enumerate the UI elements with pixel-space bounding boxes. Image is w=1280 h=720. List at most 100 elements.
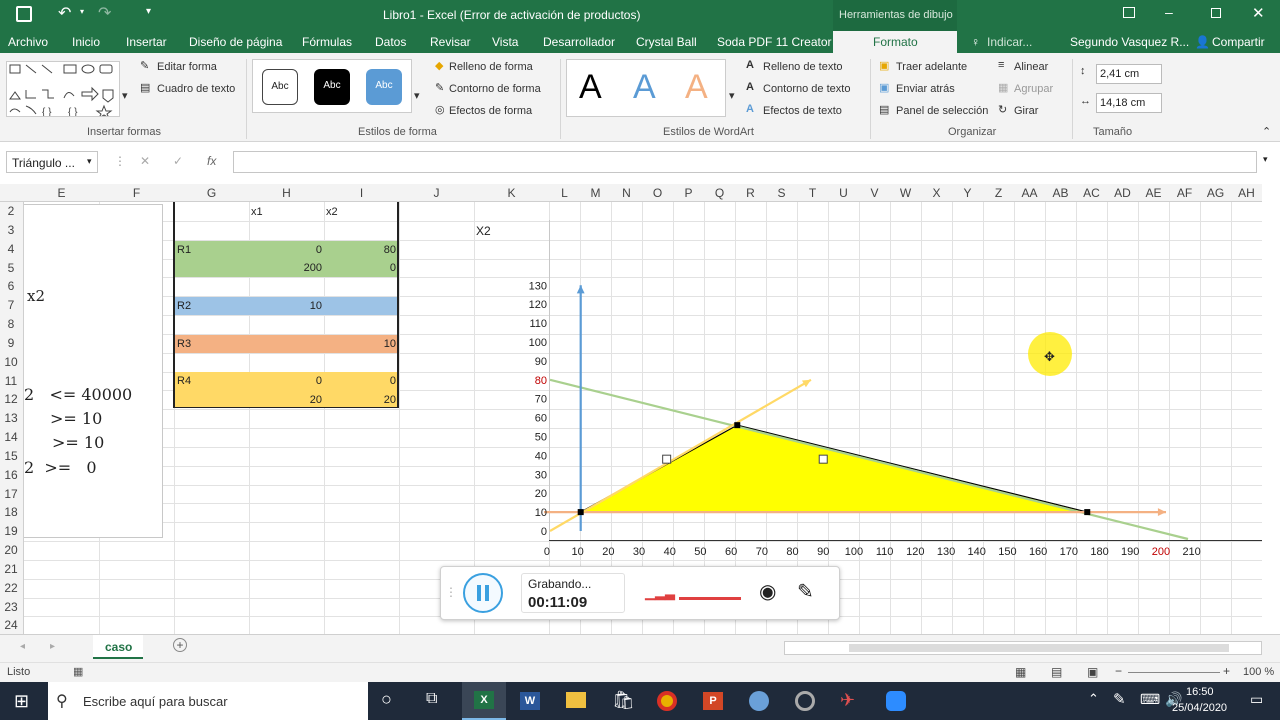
column-header[interactable]: S xyxy=(766,186,797,200)
send-backward-button[interactable]: Enviar atrás xyxy=(896,83,955,95)
column-header[interactable]: Y xyxy=(952,186,983,200)
column-header[interactable]: U xyxy=(828,186,859,200)
restore-icon[interactable] xyxy=(1211,8,1221,18)
shape-effects-button[interactable]: Efectos de forma xyxy=(449,105,532,117)
column-header[interactable]: AD xyxy=(1107,186,1138,200)
enter-icon[interactable]: ✓ xyxy=(173,154,183,168)
row-header[interactable]: 15 xyxy=(0,449,22,463)
row-header[interactable]: 2 xyxy=(0,204,22,218)
taskbar-search[interactable]: ⚲ Escribe aquí para buscar xyxy=(48,682,368,720)
undo-icon[interactable]: ↶ xyxy=(58,3,71,23)
row-header[interactable]: 8 xyxy=(0,317,22,331)
column-header[interactable]: K xyxy=(474,186,549,200)
add-sheet-icon[interactable]: + xyxy=(173,638,187,652)
column-header[interactable]: J xyxy=(399,186,474,200)
tab-inicio[interactable]: Inicio xyxy=(72,35,100,49)
tab-crystal-ball[interactable]: Crystal Ball xyxy=(636,35,697,49)
close-icon[interactable]: ✕ xyxy=(1252,4,1265,22)
tab-insertar[interactable]: Insertar xyxy=(126,35,167,49)
keyboard-icon[interactable]: ⌨ xyxy=(1140,691,1160,708)
collapse-ribbon-icon[interactable]: ⌃ xyxy=(1262,125,1271,138)
app-bird-icon[interactable]: ✈ xyxy=(840,690,855,711)
tab-desarrollador[interactable]: Desarrollador xyxy=(543,35,615,49)
clock-time[interactable]: 16:50 xyxy=(1186,686,1214,698)
app-circle-icon[interactable] xyxy=(795,691,815,711)
column-header[interactable]: AG xyxy=(1200,186,1231,200)
shape-height-input[interactable]: 2,41 cm xyxy=(1096,64,1162,84)
zoom-slider[interactable] xyxy=(1128,672,1220,673)
show-hidden-icons[interactable]: ⌃ xyxy=(1088,691,1099,707)
ribbon-display-options-icon[interactable] xyxy=(1123,7,1135,18)
wordart-gallery[interactable]: A A A xyxy=(566,59,726,117)
clock-date[interactable]: 25/04/2020 xyxy=(1172,702,1227,714)
column-header[interactable]: AE xyxy=(1138,186,1169,200)
name-box-dropdown-icon[interactable]: ▾ xyxy=(87,156,92,167)
user-name[interactable]: Segundo Vasquez R... xyxy=(1070,35,1189,49)
task-view-icon[interactable]: ⧉ xyxy=(426,690,437,708)
column-header[interactable]: AA xyxy=(1014,186,1045,200)
column-header[interactable]: H xyxy=(249,186,324,200)
shape-style-outline[interactable]: Abc xyxy=(262,69,298,105)
text-outline-button[interactable]: Contorno de texto xyxy=(763,83,850,95)
minimize-icon[interactable]: – xyxy=(1165,4,1173,20)
row-header[interactable]: 20 xyxy=(0,543,22,557)
wordart-more-icon[interactable]: ▾ xyxy=(729,89,735,102)
pen-icon[interactable]: ✎ xyxy=(1113,690,1126,708)
expand-formula-icon[interactable]: ▾ xyxy=(1263,154,1268,165)
shape-width-input[interactable]: 14,18 cm xyxy=(1096,93,1162,113)
column-header[interactable]: T xyxy=(797,186,828,200)
scroll-sheets-left-icon[interactable]: ◂ xyxy=(20,641,25,652)
shape-outline-button[interactable]: Contorno de forma xyxy=(449,83,541,95)
customize-qat-icon[interactable]: ▾ xyxy=(146,6,151,17)
file-explorer-icon[interactable] xyxy=(566,692,586,708)
pencil-icon[interactable]: ✎ xyxy=(797,579,814,604)
normal-view-icon[interactable]: ▦ xyxy=(1015,665,1026,679)
app-globe-icon[interactable] xyxy=(749,691,769,711)
zoom-app-icon[interactable] xyxy=(886,691,906,711)
sheet-tab-caso[interactable]: caso xyxy=(93,635,143,659)
row-header[interactable]: 18 xyxy=(0,505,22,519)
tab-formato-active[interactable]: Formato xyxy=(833,31,957,53)
shape-fill-button[interactable]: Relleno de forma xyxy=(449,61,533,73)
column-header[interactable]: O xyxy=(642,186,673,200)
tab-diseno-pagina[interactable]: Diseño de página xyxy=(189,35,282,49)
tab-vista[interactable]: Vista xyxy=(492,35,518,49)
column-header[interactable]: P xyxy=(673,186,704,200)
share-button[interactable]: Compartir xyxy=(1212,35,1265,49)
excel-taskbar-icon[interactable]: X xyxy=(462,682,506,720)
column-header[interactable]: L xyxy=(549,186,580,200)
windows-start-icon[interactable]: ⊞ xyxy=(14,691,29,712)
tab-soda-pdf[interactable]: Soda PDF 11 Creator xyxy=(717,35,832,49)
row-header[interactable]: 24 xyxy=(0,618,22,632)
shape-style-dark[interactable]: Abc xyxy=(314,69,350,105)
cancel-icon[interactable]: ✕ xyxy=(140,154,150,168)
pause-button[interactable] xyxy=(463,573,503,613)
more-icon[interactable]: ⋮ xyxy=(114,154,126,168)
zoom-in-icon[interactable]: + xyxy=(1223,664,1230,678)
powerpoint-taskbar-icon[interactable]: P xyxy=(703,692,723,710)
row-header[interactable]: 14 xyxy=(0,430,22,444)
macro-record-icon[interactable]: ▦ xyxy=(73,665,83,678)
zoom-level[interactable]: 100 % xyxy=(1243,666,1274,678)
row-header[interactable]: 22 xyxy=(0,581,22,595)
word-taskbar-icon[interactable]: W xyxy=(520,692,540,710)
text-fill-button[interactable]: Relleno de texto xyxy=(763,61,843,73)
name-box[interactable]: Triángulo ... ▾ xyxy=(6,151,98,173)
row-header[interactable]: 6 xyxy=(0,279,22,293)
row-header[interactable]: 9 xyxy=(0,336,22,350)
column-header[interactable]: I xyxy=(324,186,399,200)
align-button[interactable]: Alinear xyxy=(1014,61,1048,73)
row-header[interactable]: 16 xyxy=(0,468,22,482)
row-header[interactable]: 21 xyxy=(0,562,22,576)
formula-input[interactable] xyxy=(233,151,1257,173)
horizontal-scrollbar[interactable] xyxy=(784,641,1262,655)
page-break-view-icon[interactable]: ▣ xyxy=(1087,665,1098,679)
page-layout-view-icon[interactable]: ▤ xyxy=(1051,665,1062,679)
wordart-blue[interactable]: A xyxy=(633,68,656,107)
column-header[interactable]: E xyxy=(24,186,99,200)
row-header[interactable]: 7 xyxy=(0,298,22,312)
edit-shape-button[interactable]: Editar forma xyxy=(157,61,217,73)
rotate-button[interactable]: Girar xyxy=(1014,105,1038,117)
row-header[interactable]: 17 xyxy=(0,487,22,501)
shape-style-blue[interactable]: Abc xyxy=(366,69,402,105)
